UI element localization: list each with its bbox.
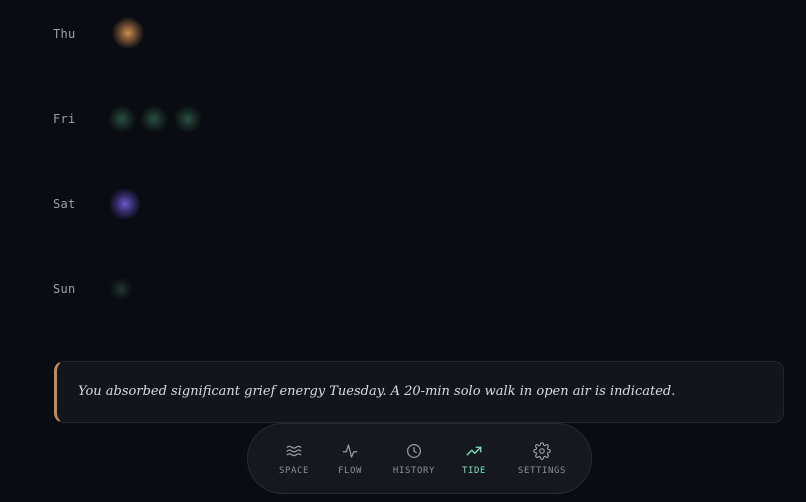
energy-orb xyxy=(108,105,136,133)
bottom-nav: SPACE FLOW HISTORY TIDE SETTINGS xyxy=(247,423,592,494)
nav-item-settings[interactable]: SETTINGS xyxy=(512,424,572,493)
day-label: Fri xyxy=(53,112,76,126)
nav-label: TIDE xyxy=(461,465,487,476)
trending-up-icon xyxy=(466,446,482,455)
nav-label: HISTORY xyxy=(392,465,436,476)
energy-orb xyxy=(112,17,144,49)
clock-icon xyxy=(407,443,421,458)
nav-label: FLOW xyxy=(337,465,363,476)
nav-label: SETTINGS xyxy=(517,465,567,476)
tide-screen: Thu Fri Sat Sun You absorbed significant… xyxy=(0,0,806,502)
nav-item-tide[interactable]: TIDE xyxy=(454,424,494,493)
nav-item-flow[interactable]: FLOW xyxy=(330,424,370,493)
energy-orb xyxy=(140,105,168,133)
energy-orb xyxy=(109,188,141,220)
insight-text: You absorbed significant grief energy Tu… xyxy=(78,384,676,399)
day-label: Sat xyxy=(53,197,76,211)
day-label: Thu xyxy=(53,27,76,41)
energy-orb xyxy=(109,277,133,301)
waves-icon xyxy=(286,445,302,456)
nav-item-space[interactable]: SPACE xyxy=(270,424,318,493)
nav-item-history[interactable]: HISTORY xyxy=(386,424,442,493)
day-label: Sun xyxy=(53,282,76,296)
pulse-icon xyxy=(342,443,358,458)
gear-icon xyxy=(533,441,551,460)
nav-label: SPACE xyxy=(278,465,310,476)
energy-orb xyxy=(174,105,202,133)
insight-card: You absorbed significant grief energy Tu… xyxy=(54,361,784,423)
